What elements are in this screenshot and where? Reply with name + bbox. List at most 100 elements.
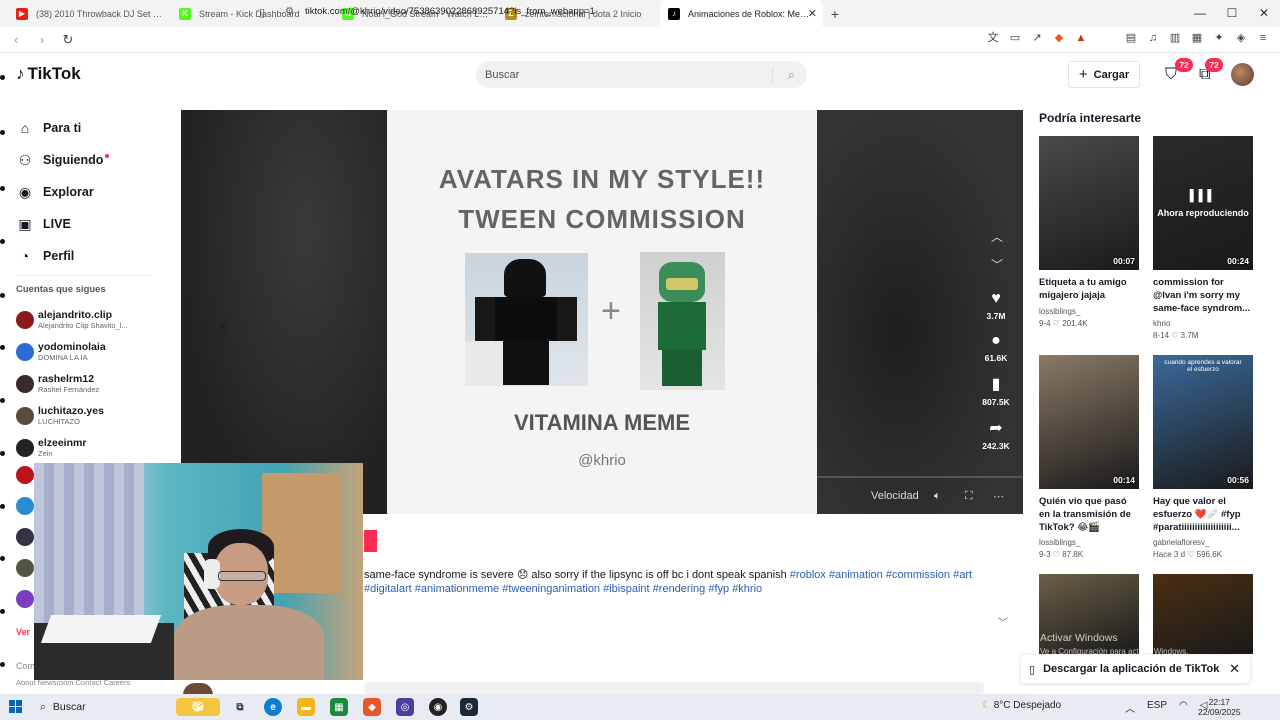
hashtag-link[interactable]: #khrio <box>732 583 762 595</box>
search-icon[interactable]: ⌕ <box>788 67 795 83</box>
close-banner-icon[interactable]: ✕ <box>1229 661 1240 677</box>
task-view-icon[interactable]: ⧉ <box>231 698 249 716</box>
sidebar-icon[interactable]: ▤ <box>1124 31 1138 45</box>
brave-icon[interactable]: ◆ <box>363 698 381 716</box>
nav-item-siguiendo[interactable]: ⚇ Siguiendo <box>16 144 166 176</box>
forward-icon[interactable]: › <box>32 32 52 47</box>
browser-tab[interactable]: ▶ (38) 2010 Throwback DJ Set (Rihanna <box>8 0 171 27</box>
recommended-video[interactable]: 00:14 Quién vio que pasó en la transmisió… <box>1039 355 1139 559</box>
recommended-video[interactable] <box>1153 574 1253 654</box>
music-icon[interactable]: ♫ <box>1146 31 1160 45</box>
previous-video-icon[interactable]: ︿ <box>991 228 1003 245</box>
url-field[interactable]: tiktok.com/@khrio/video/7538639022868925… <box>305 6 595 17</box>
download-app-banner[interactable]: ▯ Descargar la aplicación de TikTok ✕ <box>1021 655 1250 683</box>
store-icon[interactable]: ▦ <box>330 698 348 716</box>
recommended-video[interactable]: ▌▌▌ Ahora reproduciendo 00:24 commission fo… <box>1153 136 1253 340</box>
wifi-icon[interactable]: ◠ <box>1179 700 1188 715</box>
new-tab-button[interactable]: + <box>823 6 847 22</box>
video-player[interactable]: AVATARS IN MY STYLE!! TWEEN COMMISSION +… <box>181 110 1023 514</box>
recommended-author[interactable]: khrio <box>1153 319 1253 328</box>
following-account[interactable]: rashelrm12 Rashel Fernández <box>16 368 166 400</box>
vpn-icon[interactable]: ◈ <box>1234 31 1248 45</box>
close-tab-icon[interactable]: ✕ <box>808 7 817 20</box>
account-avatar[interactable] <box>16 497 34 515</box>
nav-item-perfil[interactable]: ◔ Perfil <box>16 240 166 272</box>
video-thumbnail[interactable]: 00:14 <box>1039 355 1139 489</box>
file-explorer-icon[interactable]: ▬ <box>297 698 315 716</box>
following-account[interactable]: luchitazo.yes LUCHITAZO <box>16 400 166 432</box>
obs-icon[interactable]: ◎ <box>396 698 414 716</box>
app-icon[interactable]: ◉ <box>429 698 447 716</box>
widgets-icon[interactable]: 🐝︎ <box>176 698 220 716</box>
translate-icon[interactable]: 文 <box>986 31 1000 45</box>
fullscreen-icon[interactable]: ⛶ <box>965 490 973 503</box>
language-indicator[interactable]: ESP <box>1147 700 1167 715</box>
nav-item-live[interactable]: ▣ LIVE <box>16 208 166 240</box>
video-thumbnail[interactable]: ▌▌▌ Ahora reproduciendo 00:24 <box>1153 136 1253 270</box>
reload-icon[interactable]: ↻ <box>58 32 78 48</box>
recommended-author[interactable]: lossiblings_ <box>1039 307 1139 316</box>
expand-caption-icon[interactable]: ﹀ <box>998 614 1008 629</box>
hashtag-link[interactable]: #commission <box>886 569 950 581</box>
hashtag-link[interactable]: #ibispaint <box>603 583 649 595</box>
taskbar-clock[interactable]: 22:17 22/09/2025 <box>1198 697 1241 717</box>
see-more-link[interactable]: Ver <box>16 627 30 637</box>
hashtag-link[interactable]: #animation <box>829 569 883 581</box>
video-progress[interactable] <box>817 476 1023 478</box>
close-window-button[interactable]: ✕ <box>1248 0 1280 27</box>
recommended-video[interactable]: cuando aprendes a valorar el esfuerzo 00:… <box>1153 355 1253 559</box>
following-account[interactable]: alejandrito.clip Alejandrito Clip Shavito… <box>16 304 166 336</box>
account-avatar[interactable] <box>16 528 34 546</box>
following-account[interactable]: elzeeinmr Zein <box>16 432 166 464</box>
wallet-icon[interactable]: ▦ <box>1190 31 1204 45</box>
steam-icon[interactable]: ⚙ <box>460 698 478 716</box>
next-video-icon[interactable]: ﹀ <box>991 256 1003 273</box>
hashtag-link[interactable]: #art <box>953 569 972 581</box>
shield-icon[interactable]: ◆ <box>1052 31 1066 45</box>
search-input[interactable]: Buscar ⌕ <box>476 61 807 88</box>
like-action[interactable]: ♥ 3.7M <box>976 290 1016 321</box>
star-icon[interactable]: ✦ <box>1212 31 1226 45</box>
edge-icon[interactable]: e <box>264 698 282 716</box>
hashtag-link[interactable]: #fyp <box>708 583 729 595</box>
share-action[interactable]: ➦ 242.3K <box>976 420 1016 451</box>
hashtag-link[interactable]: #rendering <box>653 583 706 595</box>
hashtag-link[interactable]: #animationmeme <box>415 583 499 595</box>
account-avatar[interactable] <box>16 590 34 608</box>
video-thumbnail[interactable]: 00:07 <box>1039 136 1139 270</box>
video-thumbnail[interactable]: cuando aprendes a valorar el esfuerzo 00:… <box>1153 355 1253 489</box>
share-icon[interactable]: ↗ <box>1030 31 1044 45</box>
panel-icon[interactable]: ▥ <box>1168 31 1182 45</box>
recommended-author[interactable]: gabrielafloresv_ <box>1153 538 1253 547</box>
screen-icon[interactable]: ▭ <box>1008 31 1022 45</box>
nav-item-para-ti[interactable]: ⌂ Para ti <box>16 112 166 144</box>
recommended-author[interactable]: lossiblings_ <box>1039 538 1139 547</box>
minimize-button[interactable]: — <box>1184 0 1216 27</box>
more-options-icon[interactable]: ⋯ <box>993 490 1004 503</box>
menu-icon[interactable]: ≡ <box>1256 31 1270 45</box>
taskbar-weather[interactable]: ☾ 8°C Despejado <box>982 700 1061 711</box>
recommended-video[interactable]: 00:07 Etiqueta a tu amigo migajero jajaja… <box>1039 136 1139 328</box>
following-account[interactable]: yodominolaia DOMINA LA IA <box>16 336 166 368</box>
rewards-icon[interactable]: ▲ <box>1074 31 1088 45</box>
account-avatar[interactable] <box>16 559 34 577</box>
nav-item-explorar[interactable]: ◉ Explorar <box>16 176 166 208</box>
video-thumbnail[interactable] <box>1153 574 1253 654</box>
chevron-up-icon[interactable]: ︿ <box>1125 700 1135 715</box>
hashtag-link[interactable]: #tweeninganimation <box>502 583 600 595</box>
comment-action[interactable]: ● 61.6K <box>976 332 1016 363</box>
hashtag-link[interactable]: #digitalart <box>364 583 412 595</box>
tiktok-logo[interactable]: ♪ TikTok <box>16 64 81 84</box>
browser-tab[interactable]: ♪ Animaciones de Roblox: Memes ✕ <box>660 0 823 27</box>
taskbar-search[interactable]: ⌕ Buscar <box>40 701 86 714</box>
site-info-icon[interactable]: ⚙ <box>285 6 294 17</box>
upload-button[interactable]: + Cargar <box>1068 61 1140 88</box>
hashtag-link[interactable]: #roblox <box>790 569 826 581</box>
save-action[interactable]: ▮ 807.5K <box>976 376 1016 407</box>
bookmark-icon[interactable]: ▯ <box>259 6 265 19</box>
back-icon[interactable]: ‹ <box>6 32 26 47</box>
windows-start-icon[interactable] <box>9 700 22 713</box>
maximize-button[interactable]: ☐ <box>1216 0 1248 27</box>
user-avatar[interactable] <box>1231 63 1254 86</box>
volume-icon[interactable]: 🔈︎ <box>934 490 941 503</box>
